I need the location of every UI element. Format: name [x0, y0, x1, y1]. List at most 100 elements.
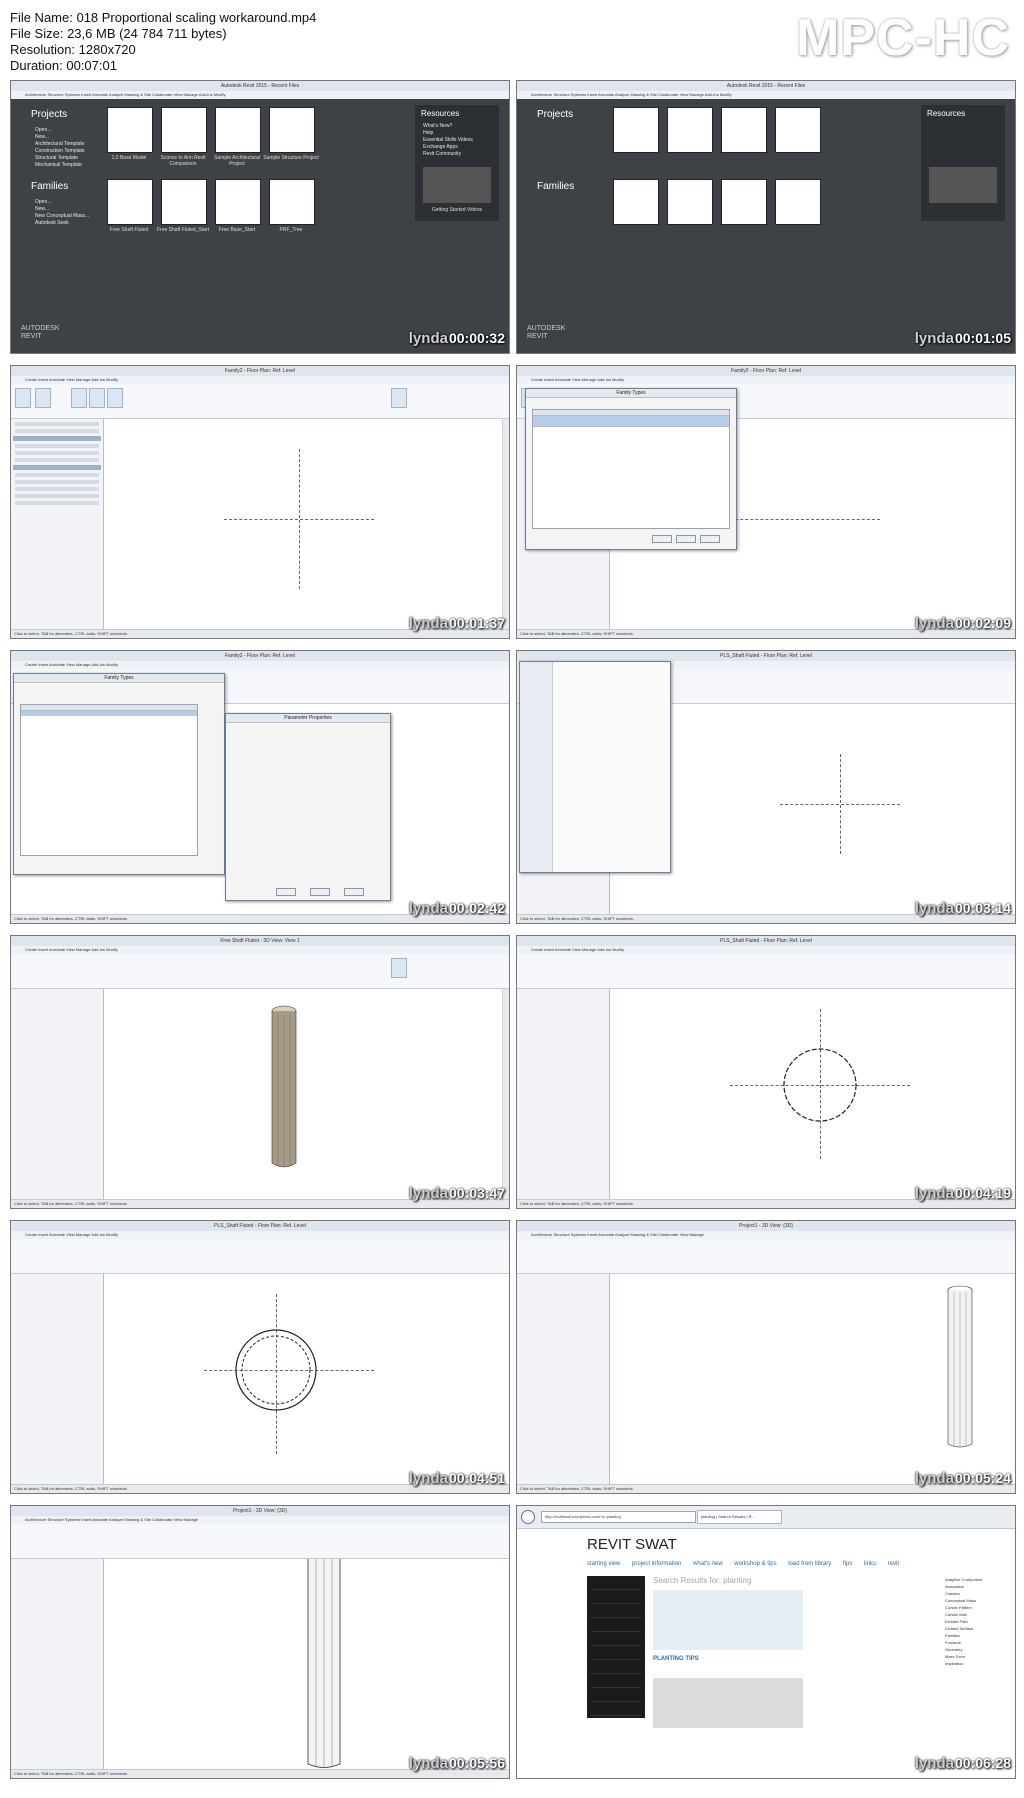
resource-links[interactable]: What's New? Help Essential Skills Videos…	[423, 123, 473, 158]
extrusion-tool[interactable]	[71, 388, 87, 408]
family-new-link[interactable]: New...	[35, 206, 89, 213]
cancel-button[interactable]	[676, 535, 696, 543]
drawing-canvas[interactable]	[610, 1274, 1009, 1485]
load-into-project-tool[interactable]	[391, 958, 407, 978]
nav-link[interactable]: starting view	[587, 1561, 620, 1567]
family-tile-3[interactable]	[721, 179, 767, 225]
category-link[interactable]: Mass Form	[945, 1653, 1007, 1660]
back-icon[interactable]	[521, 1510, 535, 1524]
project-tile-3[interactable]	[721, 107, 767, 153]
nav-link[interactable]: fips	[843, 1561, 852, 1567]
project-tile-2[interactable]	[667, 107, 713, 153]
address-bar[interactable]: http://revitswat.wordpress.com/?s=planti…	[541, 1511, 696, 1523]
help-link[interactable]: Help	[423, 130, 473, 137]
thumbnail-12: http://revitswat.wordpress.com/?s=planti…	[516, 1505, 1016, 1779]
getting-started-video-tile[interactable]	[929, 167, 997, 203]
file-info-header: File Name: 018 Proportional scaling work…	[0, 0, 1024, 80]
project-tile-4[interactable]	[775, 107, 821, 153]
site-nav: starting view project information what's…	[587, 1561, 909, 1567]
nav-link[interactable]: workshop & tips	[734, 1561, 776, 1567]
column-3d-zoomed	[307, 1559, 341, 1768]
family-links[interactable]: Open... New... New Conceptual Mass... Au…	[35, 199, 89, 227]
project-tile-3[interactable]	[215, 107, 261, 153]
category-link[interactable]: Divided Surface	[945, 1625, 1007, 1632]
timestamp: lynda00:04:19	[915, 1185, 1011, 1202]
application-menu[interactable]	[519, 661, 671, 873]
new-conceptual-mass-link[interactable]: New Conceptual Mass...	[35, 213, 89, 220]
category-link[interactable]: Furniture	[945, 1639, 1007, 1646]
category-link[interactable]: Curtain Pattern	[945, 1604, 1007, 1611]
family-tile-3[interactable]	[215, 179, 261, 225]
apply-button[interactable]	[700, 535, 720, 543]
resources-panel: Resources What's New? Help Essential Ski…	[415, 105, 499, 221]
open-link[interactable]: Open...	[35, 127, 85, 134]
category-link[interactable]: Families	[945, 1632, 1007, 1639]
exchange-apps-link[interactable]: Exchange Apps	[423, 144, 473, 151]
nav-link[interactable]: revit	[888, 1561, 899, 1567]
family-tile-4[interactable]	[269, 179, 315, 225]
category-link[interactable]: Conceptual Mass	[945, 1597, 1007, 1604]
autodesk-seek-link[interactable]: Autodesk Seek	[35, 220, 89, 227]
category-link[interactable]: Adaptive Component	[945, 1576, 1007, 1583]
project-tile-2[interactable]	[161, 107, 207, 153]
nav-link[interactable]: what's new	[693, 1561, 723, 1567]
watermark: lynda	[914, 1755, 954, 1772]
drawing-canvas[interactable]	[610, 989, 1009, 1200]
vertical-scrollbar[interactable]	[502, 989, 509, 1200]
vertical-scrollbar[interactable]	[502, 419, 509, 630]
time: 00:01:05	[954, 330, 1011, 346]
nav-link[interactable]: project information	[632, 1561, 681, 1567]
project-tile-1[interactable]	[613, 107, 659, 153]
drawing-canvas[interactable]	[104, 989, 503, 1200]
drawing-canvas[interactable]	[104, 419, 503, 630]
cancel-button[interactable]	[310, 888, 330, 896]
family-types-tool[interactable]	[35, 388, 51, 408]
new-link[interactable]: New...	[35, 134, 85, 141]
family-open-link[interactable]: Open...	[35, 199, 89, 206]
family-tile-1[interactable]	[613, 179, 659, 225]
mpc-hc-logo: MPC-HC	[796, 9, 1010, 67]
browser-tab[interactable]: planting | Search Results | R...	[697, 1510, 782, 1524]
mechanical-template-link[interactable]: Mechanical Template	[35, 162, 85, 169]
modify-tool[interactable]	[15, 388, 31, 408]
category-link[interactable]: Divided Path	[945, 1618, 1007, 1625]
site-title[interactable]: REVIT SWAT	[587, 1536, 677, 1553]
duration: Duration: 00:07:01	[10, 58, 117, 73]
family-tile-1[interactable]	[107, 179, 153, 225]
construction-template-link[interactable]: Construction Template	[35, 148, 85, 155]
parameter-grid[interactable]	[20, 704, 198, 856]
essential-skills-link[interactable]: Essential Skills Videos	[423, 137, 473, 144]
parameter-grid[interactable]	[532, 409, 730, 529]
drawing-canvas[interactable]	[104, 1274, 503, 1485]
family-tile-2[interactable]	[667, 179, 713, 225]
nav-link[interactable]: load from library	[788, 1561, 831, 1567]
structural-template-link[interactable]: Structural Template	[35, 155, 85, 162]
project-tile-1[interactable]	[107, 107, 153, 153]
nav-link[interactable]: links	[864, 1561, 876, 1567]
help-button[interactable]	[344, 888, 364, 896]
family-tile-4-label: PRF_Tree	[279, 227, 303, 233]
thumbnail-3: Family2 - Floor Plan: Ref. Level Create …	[10, 365, 510, 639]
blend-tool[interactable]	[89, 388, 105, 408]
category-link[interactable]: Annotation	[945, 1583, 1007, 1590]
post-title[interactable]: PLANTING TIPS	[653, 1656, 699, 1662]
category-link[interactable]: Inspiration	[945, 1660, 1007, 1667]
project-tile-1-label: 1.0 Base Model	[111, 155, 147, 161]
project-tile-4[interactable]	[269, 107, 315, 153]
getting-started-video-tile[interactable]	[423, 167, 491, 203]
revit-community-link[interactable]: Revit Community	[423, 151, 473, 158]
ok-button[interactable]	[652, 535, 672, 543]
category-link[interactable]: Curtain Wall	[945, 1611, 1007, 1618]
drawing-canvas[interactable]	[104, 1559, 503, 1770]
revolve-tool[interactable]	[107, 388, 123, 408]
category-link[interactable]: Classics	[945, 1590, 1007, 1597]
architectural-template-link[interactable]: Architectural Template	[35, 141, 85, 148]
project-links[interactable]: Open... New... Architectural Template Co…	[35, 127, 85, 169]
whats-new-link[interactable]: What's New?	[423, 123, 473, 130]
ok-button[interactable]	[276, 888, 296, 896]
category-link[interactable]: Geometry	[945, 1646, 1007, 1653]
load-into-project-tool[interactable]	[391, 388, 407, 408]
family-tile-4[interactable]	[775, 179, 821, 225]
project-tile-2-label: Sconce to Ann Revit Comparison	[160, 155, 206, 167]
family-tile-2[interactable]	[161, 179, 207, 225]
